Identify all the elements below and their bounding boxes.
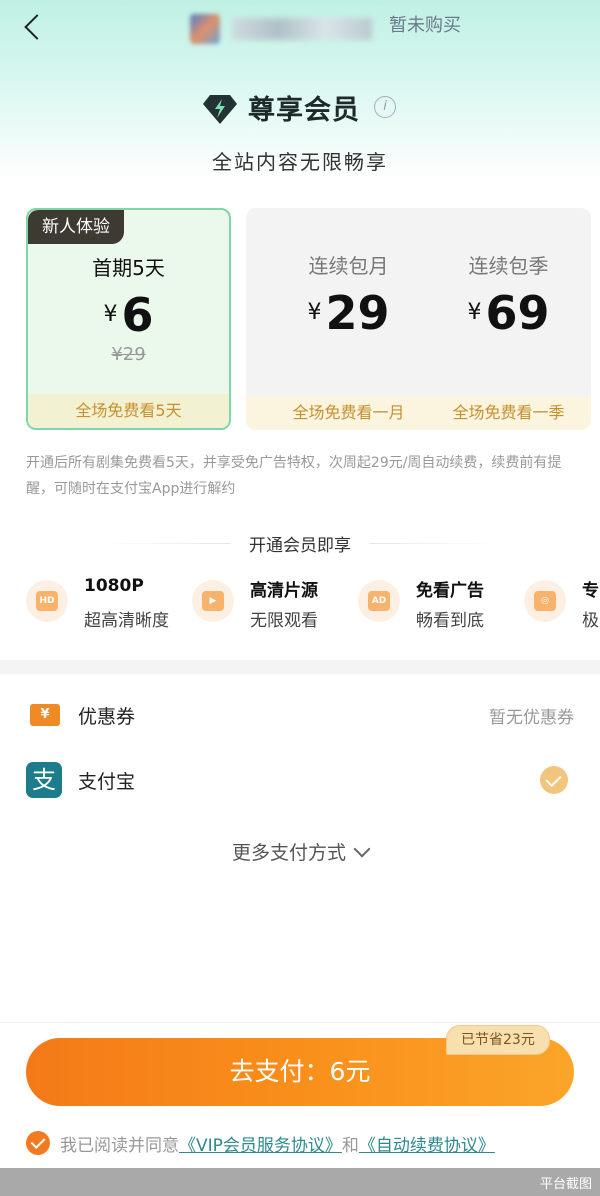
new-user-badge: 新人体验 bbox=[28, 210, 124, 244]
plan-name: 连续包月 bbox=[308, 254, 389, 278]
plan-note: 全场免费看一月 bbox=[246, 396, 451, 430]
plan-name: 连续包季 bbox=[468, 254, 549, 278]
plan-name: 首期5天 bbox=[92, 256, 165, 280]
alipay-label: 支付宝 bbox=[78, 771, 136, 793]
coupon-row[interactable]: ¥ 优惠券 暂无优惠券 bbox=[26, 695, 574, 735]
coupon-value: 暂无优惠券 bbox=[489, 708, 574, 728]
currency-symbol: ¥ bbox=[467, 300, 482, 325]
benefit-desc: 极 bbox=[582, 611, 599, 631]
original-price: ¥29 bbox=[111, 344, 146, 365]
price-value: 69 bbox=[485, 286, 550, 340]
price-value: 29 bbox=[325, 286, 390, 340]
benefit-title: 免看广告 bbox=[416, 581, 484, 601]
benefit-title: 专 bbox=[582, 581, 599, 601]
platform-watermark: 平台截图 bbox=[539, 1177, 592, 1192]
headset-icon: ◎ bbox=[524, 580, 566, 622]
agreement-prefix: 我已阅读并同意 bbox=[60, 1136, 179, 1156]
agree-checkbox[interactable] bbox=[26, 1131, 50, 1155]
back-icon[interactable] bbox=[18, 6, 52, 46]
plan-card-quarterly[interactable]: 连续包季 ¥69 全场免费看一季 bbox=[426, 208, 591, 430]
plan-note: 全场免费看一季 bbox=[426, 396, 591, 430]
savings-badge: 已节省23元 bbox=[446, 1025, 550, 1055]
auto-renew-agreement-link[interactable]: 《自动续费协议》 bbox=[359, 1136, 495, 1156]
currency-symbol: ¥ bbox=[103, 302, 118, 327]
user-avatar bbox=[190, 14, 220, 44]
selected-check-icon[interactable] bbox=[540, 766, 568, 794]
price-value: 6 bbox=[121, 288, 154, 342]
hd-icon: HD bbox=[26, 580, 68, 622]
renewal-terms: 开通后所有剧集免费看5天，并享受免广告特权，次周起29元/周自动续费，续费前有提… bbox=[26, 455, 562, 497]
plan-price: ¥69 bbox=[426, 286, 591, 340]
benefit-desc: 无限观看 bbox=[250, 611, 318, 631]
chevron-down-icon bbox=[353, 840, 371, 858]
coupon-icon: ¥ bbox=[26, 697, 62, 733]
plan-price: ¥29 bbox=[246, 286, 451, 340]
no-ad-icon: AD bbox=[358, 580, 400, 622]
vip-agreement-link[interactable]: 《VIP会员服务协议》 bbox=[179, 1136, 342, 1156]
benefit-desc: 超高清晰度 bbox=[84, 611, 169, 631]
vip-header: 尊享会员 i bbox=[0, 88, 600, 132]
video-icon: ▶ bbox=[192, 580, 234, 622]
info-icon[interactable]: i bbox=[374, 96, 396, 118]
vip-subtitle: 全站内容无限畅享 bbox=[212, 150, 388, 174]
benefit-title: 高清片源 bbox=[250, 581, 318, 601]
bottom-divider bbox=[0, 1022, 600, 1023]
coupon-label: 优惠券 bbox=[78, 706, 136, 728]
platform-watermark-bar: 平台截图 bbox=[0, 1168, 600, 1196]
benefit-desc: 畅看到底 bbox=[416, 611, 484, 631]
plan-note: 全场免费看5天 bbox=[28, 394, 229, 428]
user-name-blurred bbox=[232, 18, 372, 40]
top-bar: 暂未购买 bbox=[0, 0, 600, 76]
agreement-and: 和 bbox=[341, 1136, 359, 1156]
plan-card-monthly[interactable]: 连续包月 ¥29 全场免费看一月 bbox=[246, 208, 451, 430]
section-divider bbox=[0, 660, 600, 674]
alipay-row[interactable]: 支 支付宝 bbox=[26, 760, 574, 800]
purchase-status: 暂未购买 bbox=[389, 15, 461, 36]
benefit-title: 1080P bbox=[84, 576, 144, 596]
plan-price: ¥6 bbox=[28, 288, 229, 342]
currency-symbol: ¥ bbox=[307, 300, 322, 325]
agreement-row: 我已阅读并同意《VIP会员服务协议》和《自动续费协议》 bbox=[26, 1130, 586, 1156]
diamond-icon bbox=[203, 95, 237, 124]
vip-title: 尊享会员 bbox=[248, 95, 360, 126]
alipay-icon: 支 bbox=[26, 762, 62, 798]
benefits-title: 开通会员即享 bbox=[0, 531, 600, 556]
plan-card-trial[interactable]: 新人体验 首期5天 ¥6 ¥29 全场免费看5天 bbox=[26, 208, 231, 430]
more-payment-button[interactable]: 更多支付方式 bbox=[0, 838, 600, 865]
more-payment-label: 更多支付方式 bbox=[231, 842, 346, 864]
